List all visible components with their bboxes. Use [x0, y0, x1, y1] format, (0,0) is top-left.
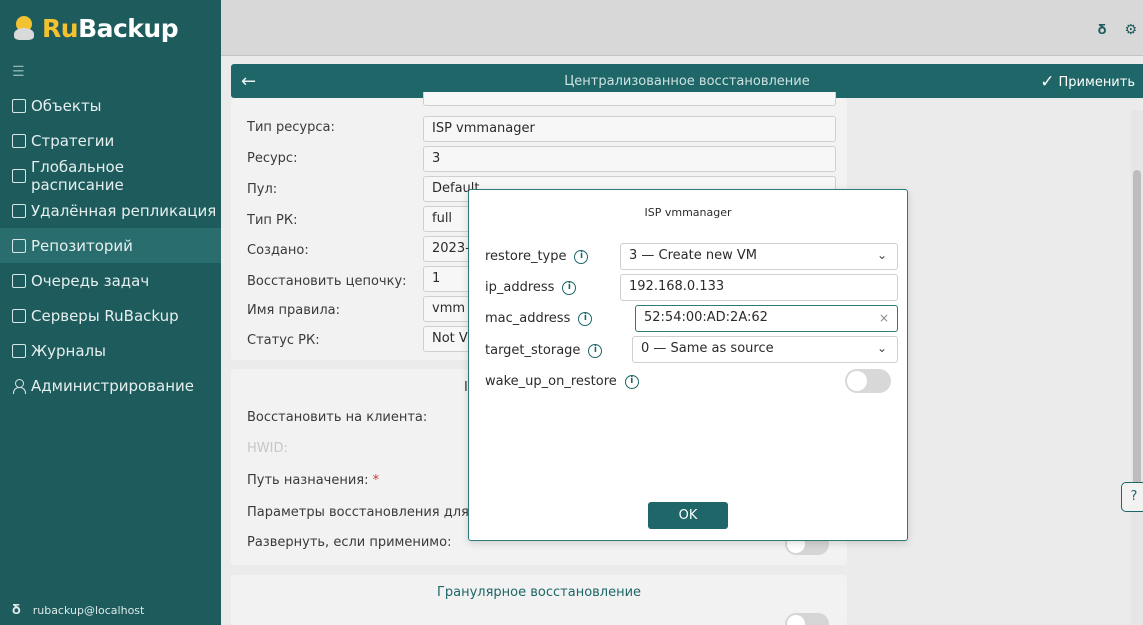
label-mac-address: mac_address i: [485, 311, 593, 326]
collapse-sidebar-button[interactable]: ☰: [0, 56, 221, 88]
user-profile-icon[interactable]: 𝛅: [1098, 22, 1107, 38]
label-restore-params: Параметры восстановления для м: [247, 505, 483, 520]
restore-type-select[interactable]: 3 — Create new VM ⌄: [620, 243, 898, 270]
label-restore-chain: Восстановить цепочку:: [247, 274, 407, 289]
toggle-knob: [847, 371, 867, 391]
dialog-title: ISP vmmanager: [644, 206, 732, 219]
wake-up-toggle[interactable]: [845, 369, 891, 393]
ok-button[interactable]: OK: [648, 502, 728, 529]
label-restore-to-client: Восстановить на клиента:: [247, 410, 428, 425]
checkmark-icon: ✓: [1040, 72, 1055, 92]
replication-icon: [12, 203, 26, 218]
chevron-down-icon: ⌄: [876, 341, 887, 355]
label-ip-address: ip_address i: [485, 280, 577, 295]
repository-icon: [12, 238, 26, 253]
collapse-icon: ☰: [12, 64, 25, 80]
label-backup-type: Тип РК:: [247, 213, 298, 228]
target-storage-select[interactable]: 0 — Same as source ⌄: [632, 336, 898, 363]
page-title: Централизованное восстановление: [564, 73, 810, 89]
ip-address-input[interactable]: 192.168.0.133: [620, 274, 898, 301]
help-icon: ?: [1130, 489, 1138, 504]
info-icon[interactable]: i: [574, 249, 589, 264]
granular-restore-title[interactable]: Гранулярное восстановление: [231, 585, 847, 600]
info-icon[interactable]: i: [578, 311, 593, 326]
mac-address-input[interactable]: 52:54:00:AD:2A:62 ×: [635, 305, 898, 332]
current-user[interactable]: 𝛅 rubackup@localhost: [0, 595, 221, 625]
clear-icon[interactable]: ×: [879, 311, 889, 325]
user-icon: 𝛅: [12, 602, 21, 618]
sidebar-item-objects[interactable]: Объекты: [0, 88, 221, 123]
document-icon: [12, 133, 26, 148]
restore-params-dialog: ISP vmmanager restore_type i 3 — Create n…: [468, 189, 908, 541]
required-marker: *: [372, 473, 380, 488]
label-deploy: Развернуть, если применимо:: [247, 535, 452, 550]
info-icon[interactable]: i: [588, 343, 603, 358]
label-created: Создано:: [247, 243, 309, 258]
back-arrow-icon[interactable]: ←: [241, 71, 256, 92]
label-hwid: HWID:: [247, 441, 288, 456]
sidebar-item-administration[interactable]: Администрирование: [0, 368, 221, 403]
logo: RuBackup: [0, 0, 221, 56]
sidebar-item-task-queue[interactable]: Очередь задач: [0, 263, 221, 298]
label-resource: Ресурс:: [247, 151, 298, 166]
sidebar-item-remote-replication[interactable]: Удалённая репликация: [0, 193, 221, 228]
granular-toggle[interactable]: [785, 613, 829, 625]
label-backup-status: Статус РК:: [247, 333, 320, 348]
sidebar-item-global-schedule[interactable]: Глобальное расписание: [0, 158, 221, 194]
list-icon: [12, 168, 26, 183]
label-wake-up-on-restore: wake_up_on_restore i: [485, 374, 639, 389]
apply-button[interactable]: ✓ Применить: [1040, 72, 1135, 92]
scrollbar-thumb[interactable]: [1133, 170, 1141, 495]
partial-field: [423, 92, 836, 106]
topbar: 𝛅 ⚙: [221, 0, 1143, 56]
sidebar-item-repository[interactable]: Репозиторий: [0, 228, 221, 263]
user-name: rubackup@localhost: [32, 603, 145, 617]
field-resource-type: ISP vmmanager: [423, 116, 836, 142]
label-restore-type: restore_type i: [485, 249, 589, 264]
label-pool: Пул:: [247, 182, 278, 197]
monitor-icon: [12, 98, 26, 113]
info-icon[interactable]: i: [562, 280, 577, 295]
vertical-scrollbar[interactable]: [1131, 110, 1143, 625]
granular-restore-panel: Гранулярное восстановление: [231, 575, 847, 625]
sidebar: RuBackup ☰ Объекты Стратегии Глобальное …: [0, 0, 221, 625]
help-button[interactable]: ?: [1121, 482, 1143, 512]
settings-gear-icon[interactable]: ⚙: [1124, 22, 1137, 38]
sidebar-item-strategies[interactable]: Стратегии: [0, 123, 221, 158]
admin-icon: [12, 378, 26, 394]
label-rule-name: Имя правила:: [247, 303, 340, 318]
label-target-storage: target_storage i: [485, 343, 603, 358]
chevron-down-icon: ⌄: [876, 248, 887, 262]
label-resource-type: Тип ресурса:: [247, 120, 335, 135]
sidebar-item-servers[interactable]: Серверы RuBackup: [0, 298, 221, 333]
info-icon[interactable]: i: [624, 374, 639, 389]
log-icon: [12, 343, 26, 358]
field-resource: 3: [423, 146, 836, 172]
logo-text: RuBackup: [42, 13, 179, 43]
server-icon: [12, 308, 26, 323]
sidebar-item-logs[interactable]: Журналы: [0, 333, 221, 368]
label-destination-path: Путь назначения: *: [247, 473, 380, 488]
rubackup-logo-icon: [12, 14, 36, 42]
queue-icon: [12, 273, 26, 288]
